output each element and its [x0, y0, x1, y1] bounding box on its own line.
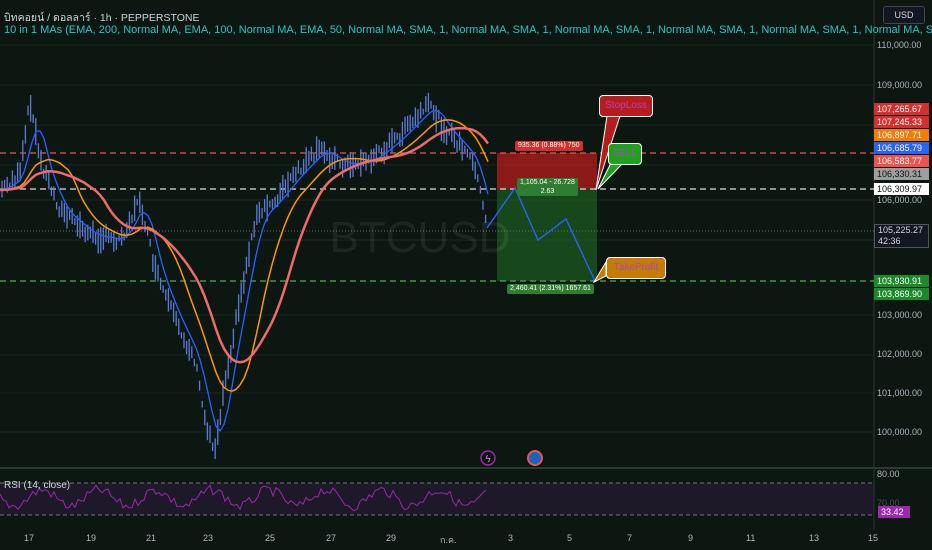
stop-info-label[interactable]: 935.36 (0.88%) 750: [515, 141, 583, 151]
bar-countdown: 42:36: [878, 236, 901, 246]
date-label: 7: [627, 533, 633, 543]
rsi-band: [0, 483, 874, 515]
entry-info-label[interactable]: 1,105.04 - 26.728 2.63: [517, 178, 578, 196]
price-axis-label: 103,000.00: [877, 310, 923, 320]
date-label: 29: [386, 533, 397, 543]
date-label: 27: [326, 533, 337, 543]
date-label: 13: [809, 533, 820, 543]
ema-fast-line[interactable]: [0, 109, 489, 432]
takeprofit-callout[interactable]: TakeProfit: [606, 257, 666, 279]
date-label: 11: [746, 533, 756, 543]
us-flag-event-icon[interactable]: [527, 450, 543, 466]
price-tag[interactable]: 107,265.67: [874, 103, 929, 115]
entry-info-line1: 1,105.04 - 26.728: [520, 179, 575, 186]
candles[interactable]: [1, 92, 487, 459]
indicator-legend[interactable]: 10 in 1 MAs (EMA, 200, Normal MA, EMA, 1…: [4, 24, 932, 36]
target-info-label[interactable]: 2,460.41 (2.31%) 1657.61: [507, 284, 594, 294]
date-label: 19: [86, 533, 97, 543]
date-label: 15: [868, 533, 879, 543]
price-tag[interactable]: 106,897.71: [874, 129, 929, 141]
price-axis-label: 100,000.00: [877, 427, 923, 437]
stoploss-callout[interactable]: StopLoss: [599, 95, 653, 117]
target-zone[interactable]: [497, 189, 597, 281]
last-price-value: 105,225.27: [878, 225, 924, 235]
rsi-title[interactable]: RSI (14, close): [4, 480, 70, 491]
price-tag[interactable]: 106,330.31: [874, 168, 929, 180]
price-chart[interactable]: BTCUSD ϟ: [0, 0, 932, 550]
sell-callout[interactable]: SELL: [608, 143, 642, 165]
price-tag[interactable]: 106,309.97: [874, 183, 929, 195]
price-tag[interactable]: 103,869.90: [874, 288, 929, 300]
rsi-level-upper: 80.00: [877, 469, 900, 479]
chart-app: BTCUSD ϟ บิทคอยน์ / ดอลลาร์ · 1h · PEPPE…: [0, 0, 932, 550]
symbol-watermark: BTCUSD: [330, 213, 511, 262]
flash-event-glyph: ϟ: [485, 454, 491, 465]
date-label: ก.ค.: [440, 535, 457, 545]
date-label: 9: [688, 533, 694, 543]
date-label: 17: [24, 533, 35, 543]
date-label: 23: [203, 533, 214, 543]
date-label: 3: [508, 533, 514, 543]
price-tag[interactable]: 106,583.77: [874, 155, 929, 167]
price-tag[interactable]: 103,930.91: [874, 275, 929, 287]
price-axis-label: 109,000.00: [877, 80, 923, 90]
price-axis-label: 110,000.00: [877, 40, 922, 50]
rsi-value-tag[interactable]: 33.42: [878, 506, 910, 518]
date-label: 21: [146, 533, 157, 543]
price-axis-label: 102,000.00: [877, 349, 923, 359]
price-tag[interactable]: 107,245.33: [874, 116, 929, 128]
date-label: 5: [567, 533, 573, 543]
price-axis-label: 101,000.00: [877, 388, 923, 398]
currency-button[interactable]: USD: [883, 6, 925, 24]
entry-info-line2: 2.63: [540, 188, 555, 195]
price-tag[interactable]: 106,685.79: [874, 142, 929, 154]
last-price-tag[interactable]: 105,225.27 42:36: [874, 224, 929, 248]
price-axis-label: 106,000.00: [877, 195, 923, 205]
date-label: 25: [265, 533, 276, 543]
